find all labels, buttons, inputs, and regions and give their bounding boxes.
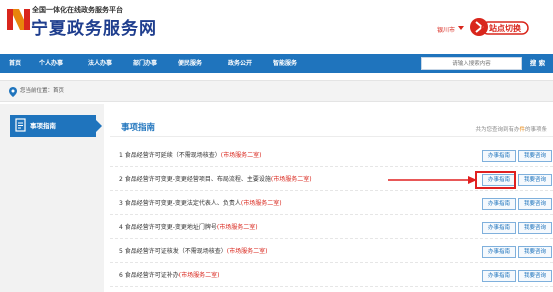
item-name: 6 食品经营许可证补办: [119, 272, 179, 279]
item-name: 1 食品经营许可延续（不需现场核查）: [119, 152, 221, 159]
guide-button[interactable]: 办事指南: [482, 270, 516, 282]
item-title[interactable]: 6 食品经营许可证补办(市场服务二室): [119, 265, 219, 287]
list-item: 5 食品经营许可证核发（不需现场核查）(市场服务二室) 办事指南 我要咨询: [110, 241, 553, 263]
result-count: 共为您查询到有办件的事项条: [475, 125, 547, 133]
item-title[interactable]: 4 食品经营许可变更-变更地址门牌号(市场服务二室): [119, 217, 258, 239]
search-field[interactable]: [421, 57, 522, 70]
nav-item-public[interactable]: 政务公开: [228, 54, 252, 73]
item-place: (市场服务二室): [240, 200, 282, 207]
list-item: 1 食品经营许可延续（不需现场核查）(市场服务二室) 办事指南 我要咨询: [110, 145, 553, 167]
consult-button[interactable]: 我要咨询: [518, 270, 552, 282]
item-name: 2 食品经营许可变更-变更经营项目、布局流程、主要设施: [119, 176, 271, 183]
breadcrumb-label: 您当前位置：: [20, 88, 54, 94]
list-item: 6 食品经营许可证补办(市场服务二室) 办事指南 我要咨询: [110, 265, 553, 287]
item-title[interactable]: 3 食品经营许可变更-变更法定代表人、负责人(市场服务二室): [119, 193, 282, 215]
breadcrumb: [0, 80, 553, 102]
annotation-arrow-icon: [388, 176, 477, 184]
item-name: 3 食品经营许可变更-变更法定代表人、负责人: [119, 200, 241, 207]
logo-title: 宁夏政务服务网: [31, 19, 157, 39]
item-name: 5 食品经营许可证核发（不需现场核查）: [119, 248, 227, 255]
result-count-suffix: 的事项条: [524, 127, 547, 133]
item-place: (市场服务二室): [178, 272, 220, 279]
guide-button[interactable]: 办事指南: [482, 198, 516, 210]
breadcrumb-home-link[interactable]: 首页: [53, 88, 64, 94]
guide-button[interactable]: 办事指南: [482, 222, 516, 234]
site-switch-button[interactable]: 站点切换: [468, 16, 532, 38]
site-switch-label: 站点切换: [489, 23, 522, 33]
item-name: 4 食品经营许可变更-变更地址门牌号: [119, 224, 217, 231]
guide-button[interactable]: 办事指南: [482, 150, 516, 162]
item-place: (市场服务二室): [216, 224, 258, 231]
site-header: 全国一体化在线政务服务平台 宁夏政务服务网 银川市 站点切换: [0, 0, 553, 46]
item-title[interactable]: 2 食品经营许可变更-变更经营项目、布局流程、主要设施(市场服务二室): [119, 169, 312, 191]
consult-button[interactable]: 我要咨询: [518, 222, 552, 234]
nav-item-department[interactable]: 部门办事: [133, 54, 157, 73]
nav-item-legal[interactable]: 法人办事: [88, 54, 112, 73]
search-button[interactable]: 搜 索: [524, 57, 551, 70]
consult-button[interactable]: 我要咨询: [518, 150, 552, 162]
logo-n-icon: [7, 9, 30, 30]
location-pin-icon: [9, 87, 17, 97]
result-count-prefix: 共为您查询到有办: [475, 127, 520, 133]
nav-item-smart[interactable]: 智能服务: [273, 54, 297, 73]
annotation-highlight-box: [475, 171, 516, 189]
nav-item-convenience[interactable]: 便民服务: [178, 54, 202, 73]
consult-button[interactable]: 我要咨询: [518, 198, 552, 210]
item-title[interactable]: 1 食品经营许可延续（不需现场核查）(市场服务二室): [119, 145, 261, 167]
list-item: 3 食品经营许可变更-变更法定代表人、负责人(市场服务二室) 办事指南 我要咨询: [110, 193, 553, 215]
item-title[interactable]: 5 食品经营许可证核发（不需现场核查）(市场服务二室): [119, 241, 267, 263]
item-place: (市场服务二室): [226, 248, 268, 255]
nav-item-home[interactable]: 首页: [9, 54, 21, 73]
item-place: (市场服务二室): [220, 152, 262, 159]
active-tab-pointer: [96, 120, 102, 132]
item-place: (市场服务二室): [270, 176, 312, 183]
search-input[interactable]: [422, 58, 521, 69]
document-icon: [15, 118, 26, 132]
consult-button[interactable]: 我要咨询: [518, 246, 552, 258]
nav-item-personal[interactable]: 个人办事: [39, 54, 63, 73]
consult-button[interactable]: 我要咨询: [518, 174, 552, 186]
chevron-down-icon: [458, 26, 464, 30]
content-title: 事项指南: [121, 123, 156, 133]
guide-button[interactable]: 办事指南: [482, 246, 516, 258]
list-item: 4 食品经营许可变更-变更地址门牌号(市场服务二室) 办事指南 我要咨询: [110, 217, 553, 239]
sidebar-item-label: 事项指南: [30, 122, 56, 130]
breadcrumb-text: 您当前位置：首页: [20, 86, 64, 96]
city-selector[interactable]: 银川市: [437, 25, 455, 34]
